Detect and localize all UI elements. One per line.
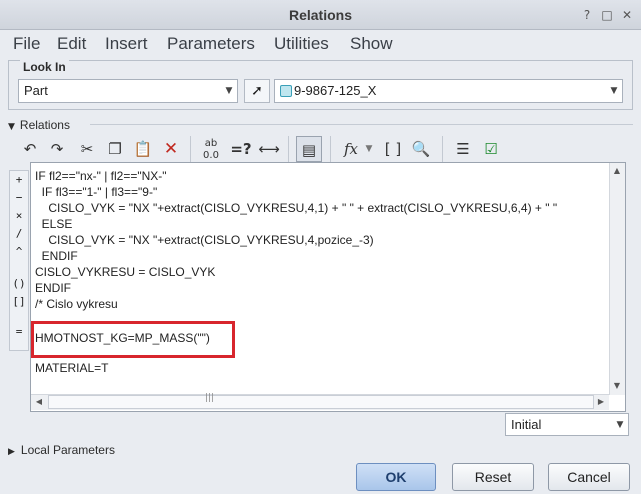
toolbar-separator: [288, 136, 289, 162]
scroll-right-icon[interactable]: ▶: [593, 394, 609, 410]
evaluate-icon[interactable]: =?: [228, 136, 254, 162]
toolbar-separator: [330, 136, 331, 162]
scroll-up-icon[interactable]: ▲: [609, 163, 625, 179]
expand-triangle-icon: ▶: [8, 447, 15, 457]
code-line: CISLO_VYK = "NX "+extract(CISLO_VYKRESU,…: [35, 233, 374, 247]
operator-parentheses-button[interactable]: (): [9, 275, 29, 293]
maximize-icon[interactable]: □: [600, 8, 614, 22]
measure-icon[interactable]: ⟷: [256, 136, 282, 162]
code-line: CISLO_VYKRESU = CISLO_VYK: [35, 265, 216, 279]
operator-divide-button[interactable]: /: [9, 225, 29, 243]
collapse-triangle-icon: ▼: [8, 122, 15, 132]
vertical-scrollbar[interactable]: [609, 163, 625, 395]
relations-section-toggle[interactable]: ▼ Relations: [8, 116, 70, 134]
section-divider: [90, 124, 633, 125]
local-parameters-label: Local Parameters: [20, 443, 115, 457]
reset-button[interactable]: Reset: [452, 463, 534, 491]
look-in-label: Look In: [20, 60, 69, 74]
close-icon[interactable]: ✕: [620, 8, 634, 22]
paste-icon[interactable]: 📋: [130, 136, 156, 162]
initial-select[interactable]: Initial ▼: [505, 413, 629, 436]
look-in-type-value: Part: [24, 83, 48, 98]
operator-plus-button[interactable]: +: [9, 171, 29, 189]
code-line: IF fl3=="1-" | fl3=="9-": [35, 185, 158, 199]
window-title: Relations: [288, 7, 352, 23]
scroll-down-icon[interactable]: ▼: [609, 378, 625, 394]
menu-edit[interactable]: Edit: [57, 30, 86, 58]
operator-multiply-button[interactable]: ×: [9, 207, 29, 225]
cancel-button[interactable]: Cancel: [548, 463, 630, 491]
chevron-down-icon[interactable]: ▼: [362, 136, 376, 162]
look-in-type-select[interactable]: Part ▼: [18, 79, 238, 103]
copy-icon[interactable]: ❐: [102, 136, 128, 162]
menu-insert[interactable]: Insert: [105, 30, 148, 58]
function-icon[interactable]: fx: [338, 136, 364, 162]
initial-value: Initial: [511, 417, 542, 432]
select-pointer-icon[interactable]: ➚: [244, 79, 270, 103]
toolbar-separator: [190, 136, 191, 162]
delete-icon[interactable]: ✕: [158, 136, 184, 162]
brackets-icon[interactable]: [ ]: [380, 136, 406, 162]
undo-icon[interactable]: ↶: [17, 136, 43, 162]
chevron-down-icon: ▼: [225, 86, 233, 96]
units-icon[interactable]: ab 0.0: [198, 136, 224, 162]
code-line: ENDIF: [35, 249, 78, 263]
look-in-model-value: 9-9867-125_X: [294, 83, 377, 98]
chevron-down-icon: ▼: [616, 420, 624, 430]
code-line: MATERIAL=T: [35, 361, 109, 375]
code-line: ELSE: [35, 217, 73, 231]
cut-icon[interactable]: ✂: [74, 136, 100, 162]
insert-parameter-icon[interactable]: ▤: [296, 136, 322, 162]
chevron-down-icon: ▼: [610, 86, 618, 96]
scroll-left-icon[interactable]: ◀: [31, 394, 47, 410]
operator-minus-button[interactable]: −: [9, 189, 29, 207]
redo-icon[interactable]: ↷: [44, 136, 70, 162]
highlight-box: [31, 321, 235, 358]
verify-icon[interactable]: 🔍: [408, 136, 434, 162]
code-line: ENDIF: [35, 281, 71, 295]
horizontal-scroll-thumb[interactable]: [48, 395, 594, 409]
ok-button[interactable]: OK: [356, 463, 436, 491]
menu-file[interactable]: File: [13, 30, 40, 58]
check-icon[interactable]: ☑: [478, 136, 504, 162]
code-line: /* Cislo vykresu: [35, 297, 118, 311]
menu-show[interactable]: Show: [350, 30, 393, 58]
operator-equals-button[interactable]: =: [9, 323, 29, 341]
code-line: CISLO_VYK = "NX "+extract(CISLO_VYKRESU,…: [35, 201, 558, 215]
look-in-model-select[interactable]: 9-9867-125_X ▼: [274, 79, 623, 103]
operator-brackets-button[interactable]: []: [9, 293, 29, 311]
local-parameters-toggle[interactable]: ▶ Local Parameters: [8, 441, 115, 459]
menu-utilities[interactable]: Utilities: [274, 30, 329, 58]
menu-parameters[interactable]: Parameters: [167, 30, 255, 58]
scroll-grip: |||: [205, 393, 215, 403]
help-icon[interactable]: ?: [580, 8, 594, 22]
relations-label: Relations: [19, 118, 70, 132]
code-line: IF fl2=="nx-" | fl2=="NX-": [35, 169, 167, 183]
operator-power-button[interactable]: ^: [9, 243, 29, 261]
toolbar-separator: [442, 136, 443, 162]
sort-icon[interactable]: ☰: [450, 136, 476, 162]
